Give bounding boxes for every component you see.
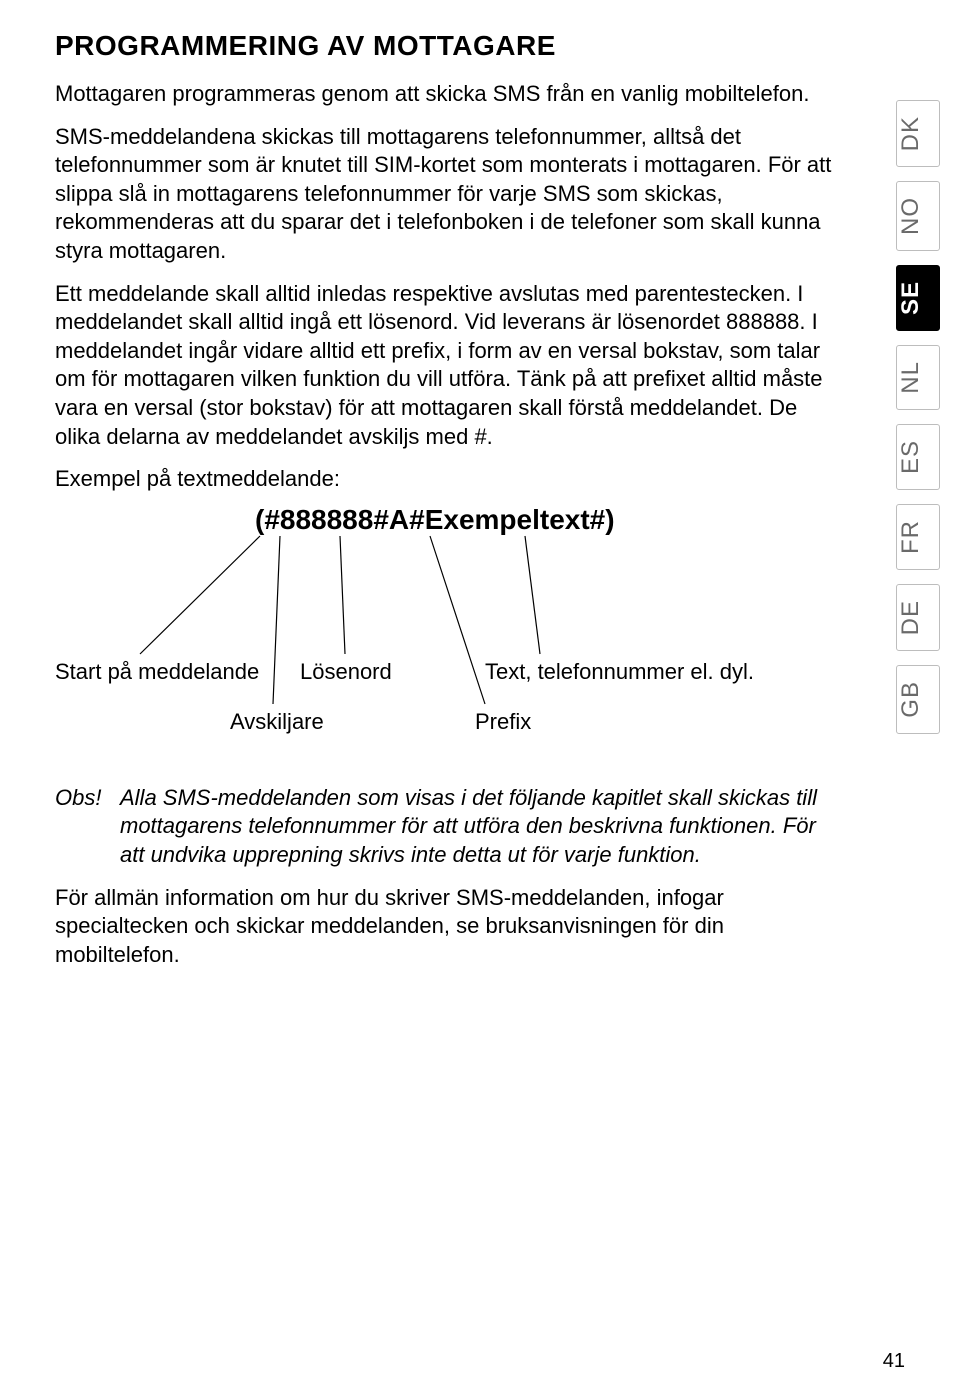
page-heading: PROGRAMMERING AV MOTTAGARE: [55, 30, 835, 62]
tab-se[interactable]: SE: [896, 265, 940, 331]
legend-losenord: Lösenord: [300, 659, 392, 685]
paragraph-2: SMS-meddelandena skickas till mottagaren…: [55, 123, 835, 266]
legend-text: Text, telefonnummer el. dyl.: [485, 659, 754, 685]
note-prefix: Obs!: [55, 784, 120, 870]
example-label: Exempel på textmeddelande:: [55, 465, 835, 494]
diagram-lines: [55, 504, 835, 784]
legend-prefix: Prefix: [475, 709, 531, 735]
tab-no[interactable]: NO: [896, 181, 940, 251]
tab-gb[interactable]: GB: [896, 665, 940, 734]
page-number: 41: [883, 1350, 905, 1373]
tab-fr[interactable]: FR: [896, 504, 940, 570]
paragraph-4: För allmän information om hur du skriver…: [55, 884, 835, 970]
example-diagram: (#888888#A#Exempeltext#) Start på meddel…: [55, 504, 835, 784]
paragraph-1: Mottagaren programmeras genom att skicka…: [55, 80, 835, 109]
tab-dk[interactable]: DK: [896, 100, 940, 167]
tab-de[interactable]: DE: [896, 584, 940, 651]
tab-nl[interactable]: NL: [896, 345, 940, 410]
tab-es[interactable]: ES: [896, 424, 940, 490]
paragraph-3: Ett meddelande skall alltid inledas resp…: [55, 280, 835, 452]
note-body: Alla SMS-meddelanden som visas i det föl…: [120, 784, 835, 870]
legend-avskiljare: Avskiljare: [230, 709, 324, 735]
language-tabs: DK NO SE NL ES FR DE GB: [896, 100, 940, 734]
legend-start: Start på meddelande: [55, 659, 259, 685]
obs-note: Obs! Alla SMS-meddelanden som visas i de…: [55, 784, 835, 870]
